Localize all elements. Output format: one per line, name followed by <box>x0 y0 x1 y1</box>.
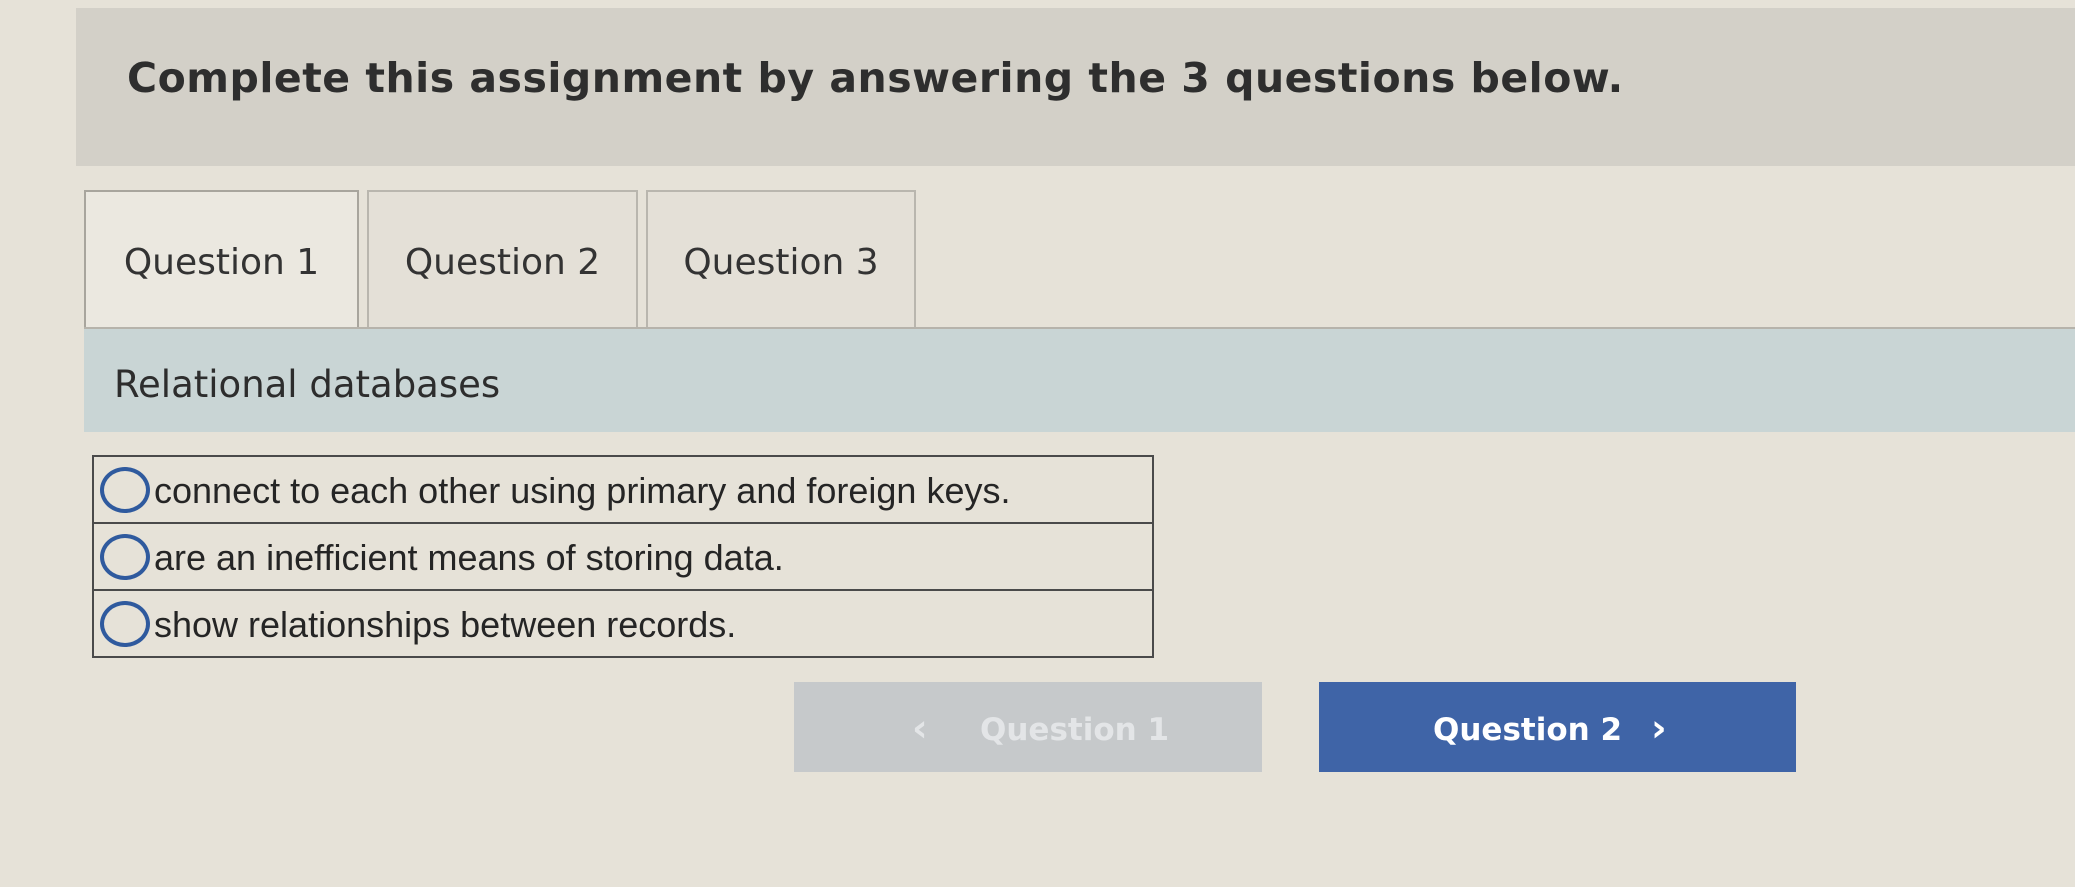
tab-label: Question 2 <box>404 242 601 283</box>
answer-option-text: are an inefficient means of storing data… <box>154 537 784 578</box>
answer-options: connect to each other using primary and … <box>92 455 1154 658</box>
answer-option-2[interactable]: are an inefficient means of storing data… <box>94 524 1152 591</box>
tab-question-1[interactable]: Question 1 <box>84 190 359 331</box>
next-question-button[interactable]: Question 2 › <box>1319 682 1796 772</box>
answer-option-3[interactable]: show relationships between records. <box>94 591 1152 656</box>
next-question-label: Question 2 <box>1433 712 1623 748</box>
radio-button[interactable] <box>100 467 150 513</box>
assignment-header: Complete this assignment by answering th… <box>76 8 2075 166</box>
previous-question-button[interactable]: ‹ Question 1 <box>794 682 1262 772</box>
tab-question-2[interactable]: Question 2 <box>367 190 638 329</box>
answer-option-1[interactable]: connect to each other using primary and … <box>94 457 1152 524</box>
radio-button[interactable] <box>100 534 150 580</box>
tab-label: Question 3 <box>683 242 879 283</box>
question-prompt-bar: Relational databases <box>84 329 2075 432</box>
radio-button[interactable] <box>100 601 150 647</box>
previous-question-label: Question 1 <box>980 712 1170 748</box>
tab-question-3[interactable]: Question 3 <box>646 190 916 329</box>
chevron-left-icon: ‹ <box>912 706 928 750</box>
tab-label: Question 1 <box>123 242 320 283</box>
answer-option-text: show relationships between records. <box>154 604 737 645</box>
answer-option-text: connect to each other using primary and … <box>154 470 1011 511</box>
assignment-instructions: Complete this assignment by answering th… <box>127 54 1624 102</box>
question-prompt: Relational databases <box>114 363 501 406</box>
chevron-right-icon: › <box>1651 706 1667 750</box>
